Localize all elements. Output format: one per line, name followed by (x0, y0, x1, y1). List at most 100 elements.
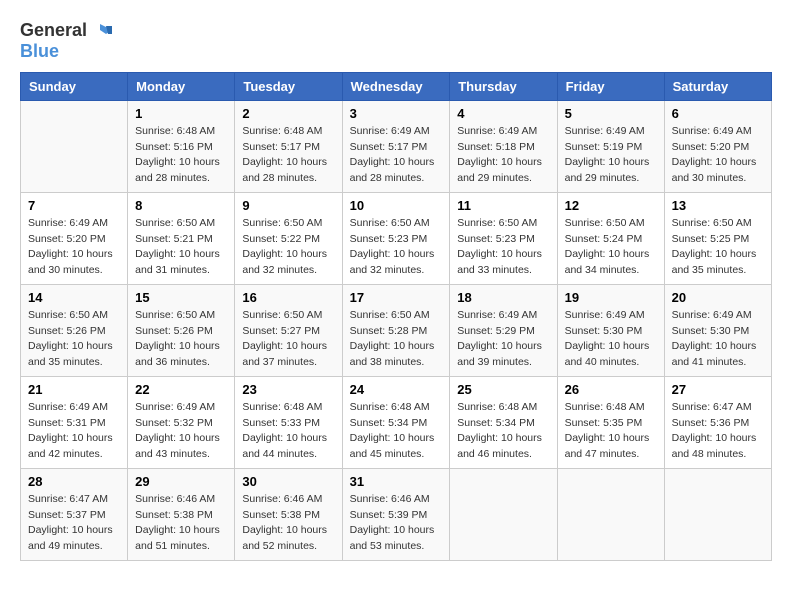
day-cell (21, 100, 128, 192)
day-info: Sunrise: 6:48 AM Sunset: 5:17 PM Dayligh… (242, 124, 334, 187)
column-header-thursday: Thursday (450, 72, 557, 100)
day-cell: 8 Sunrise: 6:50 AM Sunset: 5:21 PM Daylig… (128, 192, 235, 284)
day-number: 19 (565, 290, 657, 305)
day-cell: 14Sunrise: 6:50 AM Sunset: 5:26 PM Dayli… (21, 284, 128, 376)
day-info: Sunrise: 6:46 AM Sunset: 5:38 PM Dayligh… (242, 492, 334, 555)
day-info: Sunrise: 6:49 AM Sunset: 5:17 PM Dayligh… (350, 124, 443, 187)
calendar-table: SundayMondayTuesdayWednesdayThursdayFrid… (20, 72, 772, 561)
day-number: 24 (350, 382, 443, 397)
logo-general: General (20, 21, 87, 41)
day-number: 4 (457, 106, 549, 121)
day-cell: 18 Sunrise: 6:49 AM Sunset: 5:29 PM Dayli… (450, 284, 557, 376)
day-cell: 31 Sunrise: 6:46 AM Sunset: 5:39 PM Dayli… (342, 468, 450, 560)
day-number: 10 (350, 198, 443, 213)
day-number: 22 (135, 382, 227, 397)
day-cell: 3 Sunrise: 6:49 AM Sunset: 5:17 PM Daylig… (342, 100, 450, 192)
day-number: 13 (672, 198, 764, 213)
week-row-4: 21Sunrise: 6:49 AM Sunset: 5:31 PM Dayli… (21, 376, 772, 468)
day-number: 16 (242, 290, 334, 305)
day-info: Sunrise: 6:50 AM Sunset: 5:27 PM Dayligh… (242, 308, 334, 371)
week-row-5: 28 Sunrise: 6:47 AM Sunset: 5:37 PM Dayli… (21, 468, 772, 560)
day-number: 20 (672, 290, 764, 305)
day-cell: 11 Sunrise: 6:50 AM Sunset: 5:23 PM Dayli… (450, 192, 557, 284)
day-cell: 1 Sunrise: 6:48 AM Sunset: 5:16 PM Daylig… (128, 100, 235, 192)
day-info: Sunrise: 6:50 AM Sunset: 5:23 PM Dayligh… (350, 216, 443, 279)
day-info: Sunrise: 6:50 AM Sunset: 5:21 PM Dayligh… (135, 216, 227, 279)
day-info: Sunrise: 6:50 AM Sunset: 5:26 PM Dayligh… (28, 308, 120, 371)
day-cell (450, 468, 557, 560)
logo: General Blue (20, 20, 112, 62)
day-number: 18 (457, 290, 549, 305)
day-cell: 6Sunrise: 6:49 AM Sunset: 5:20 PM Daylig… (664, 100, 771, 192)
day-info: Sunrise: 6:49 AM Sunset: 5:30 PM Dayligh… (672, 308, 764, 371)
day-number: 5 (565, 106, 657, 121)
day-cell: 16 Sunrise: 6:50 AM Sunset: 5:27 PM Dayli… (235, 284, 342, 376)
column-header-friday: Friday (557, 72, 664, 100)
day-info: Sunrise: 6:46 AM Sunset: 5:38 PM Dayligh… (135, 492, 227, 555)
logo-blue: Blue (20, 42, 59, 62)
page-header: General Blue (20, 20, 772, 62)
day-number: 8 (135, 198, 227, 213)
day-number: 30 (242, 474, 334, 489)
day-cell: 5 Sunrise: 6:49 AM Sunset: 5:19 PM Daylig… (557, 100, 664, 192)
day-info: Sunrise: 6:49 AM Sunset: 5:30 PM Dayligh… (565, 308, 657, 371)
day-info: Sunrise: 6:50 AM Sunset: 5:28 PM Dayligh… (350, 308, 443, 371)
day-cell: 15 Sunrise: 6:50 AM Sunset: 5:26 PM Dayli… (128, 284, 235, 376)
day-info: Sunrise: 6:50 AM Sunset: 5:26 PM Dayligh… (135, 308, 227, 371)
day-cell: 12 Sunrise: 6:50 AM Sunset: 5:24 PM Dayli… (557, 192, 664, 284)
day-number: 23 (242, 382, 334, 397)
day-info: Sunrise: 6:50 AM Sunset: 5:23 PM Dayligh… (457, 216, 549, 279)
day-cell: 4 Sunrise: 6:49 AM Sunset: 5:18 PM Daylig… (450, 100, 557, 192)
column-header-saturday: Saturday (664, 72, 771, 100)
day-cell: 28 Sunrise: 6:47 AM Sunset: 5:37 PM Dayli… (21, 468, 128, 560)
day-info: Sunrise: 6:49 AM Sunset: 5:31 PM Dayligh… (28, 400, 120, 463)
day-info: Sunrise: 6:47 AM Sunset: 5:36 PM Dayligh… (672, 400, 764, 463)
day-cell: 10 Sunrise: 6:50 AM Sunset: 5:23 PM Dayli… (342, 192, 450, 284)
day-cell: 29 Sunrise: 6:46 AM Sunset: 5:38 PM Dayli… (128, 468, 235, 560)
day-number: 2 (242, 106, 334, 121)
day-cell: 24Sunrise: 6:48 AM Sunset: 5:34 PM Dayli… (342, 376, 450, 468)
day-cell: 23 Sunrise: 6:48 AM Sunset: 5:33 PM Dayli… (235, 376, 342, 468)
day-number: 31 (350, 474, 443, 489)
day-number: 25 (457, 382, 549, 397)
day-number: 3 (350, 106, 443, 121)
day-number: 28 (28, 474, 120, 489)
day-cell: 17Sunrise: 6:50 AM Sunset: 5:28 PM Dayli… (342, 284, 450, 376)
day-cell: 21Sunrise: 6:49 AM Sunset: 5:31 PM Dayli… (21, 376, 128, 468)
day-number: 29 (135, 474, 227, 489)
day-info: Sunrise: 6:50 AM Sunset: 5:22 PM Dayligh… (242, 216, 334, 279)
day-number: 11 (457, 198, 549, 213)
week-row-1: 1 Sunrise: 6:48 AM Sunset: 5:16 PM Daylig… (21, 100, 772, 192)
day-cell: 7Sunrise: 6:49 AM Sunset: 5:20 PM Daylig… (21, 192, 128, 284)
column-header-wednesday: Wednesday (342, 72, 450, 100)
column-header-monday: Monday (128, 72, 235, 100)
day-number: 6 (672, 106, 764, 121)
day-number: 15 (135, 290, 227, 305)
week-row-3: 14Sunrise: 6:50 AM Sunset: 5:26 PM Dayli… (21, 284, 772, 376)
day-cell: 30 Sunrise: 6:46 AM Sunset: 5:38 PM Dayli… (235, 468, 342, 560)
day-info: Sunrise: 6:49 AM Sunset: 5:32 PM Dayligh… (135, 400, 227, 463)
day-number: 26 (565, 382, 657, 397)
day-info: Sunrise: 6:47 AM Sunset: 5:37 PM Dayligh… (28, 492, 120, 555)
day-info: Sunrise: 6:49 AM Sunset: 5:19 PM Dayligh… (565, 124, 657, 187)
day-cell: 13 Sunrise: 6:50 AM Sunset: 5:25 PM Dayli… (664, 192, 771, 284)
day-info: Sunrise: 6:48 AM Sunset: 5:33 PM Dayligh… (242, 400, 334, 463)
day-info: Sunrise: 6:48 AM Sunset: 5:16 PM Dayligh… (135, 124, 227, 187)
logo-bird-icon (90, 20, 112, 42)
day-cell: 22 Sunrise: 6:49 AM Sunset: 5:32 PM Dayli… (128, 376, 235, 468)
day-cell: 9Sunrise: 6:50 AM Sunset: 5:22 PM Daylig… (235, 192, 342, 284)
column-header-tuesday: Tuesday (235, 72, 342, 100)
day-number: 12 (565, 198, 657, 213)
day-info: Sunrise: 6:50 AM Sunset: 5:25 PM Dayligh… (672, 216, 764, 279)
day-info: Sunrise: 6:49 AM Sunset: 5:29 PM Dayligh… (457, 308, 549, 371)
column-header-sunday: Sunday (21, 72, 128, 100)
day-info: Sunrise: 6:48 AM Sunset: 5:34 PM Dayligh… (457, 400, 549, 463)
day-cell: 25 Sunrise: 6:48 AM Sunset: 5:34 PM Dayli… (450, 376, 557, 468)
day-info: Sunrise: 6:48 AM Sunset: 5:35 PM Dayligh… (565, 400, 657, 463)
day-info: Sunrise: 6:50 AM Sunset: 5:24 PM Dayligh… (565, 216, 657, 279)
day-info: Sunrise: 6:46 AM Sunset: 5:39 PM Dayligh… (350, 492, 443, 555)
day-cell: 27Sunrise: 6:47 AM Sunset: 5:36 PM Dayli… (664, 376, 771, 468)
day-number: 1 (135, 106, 227, 121)
day-number: 7 (28, 198, 120, 213)
day-info: Sunrise: 6:49 AM Sunset: 5:18 PM Dayligh… (457, 124, 549, 187)
